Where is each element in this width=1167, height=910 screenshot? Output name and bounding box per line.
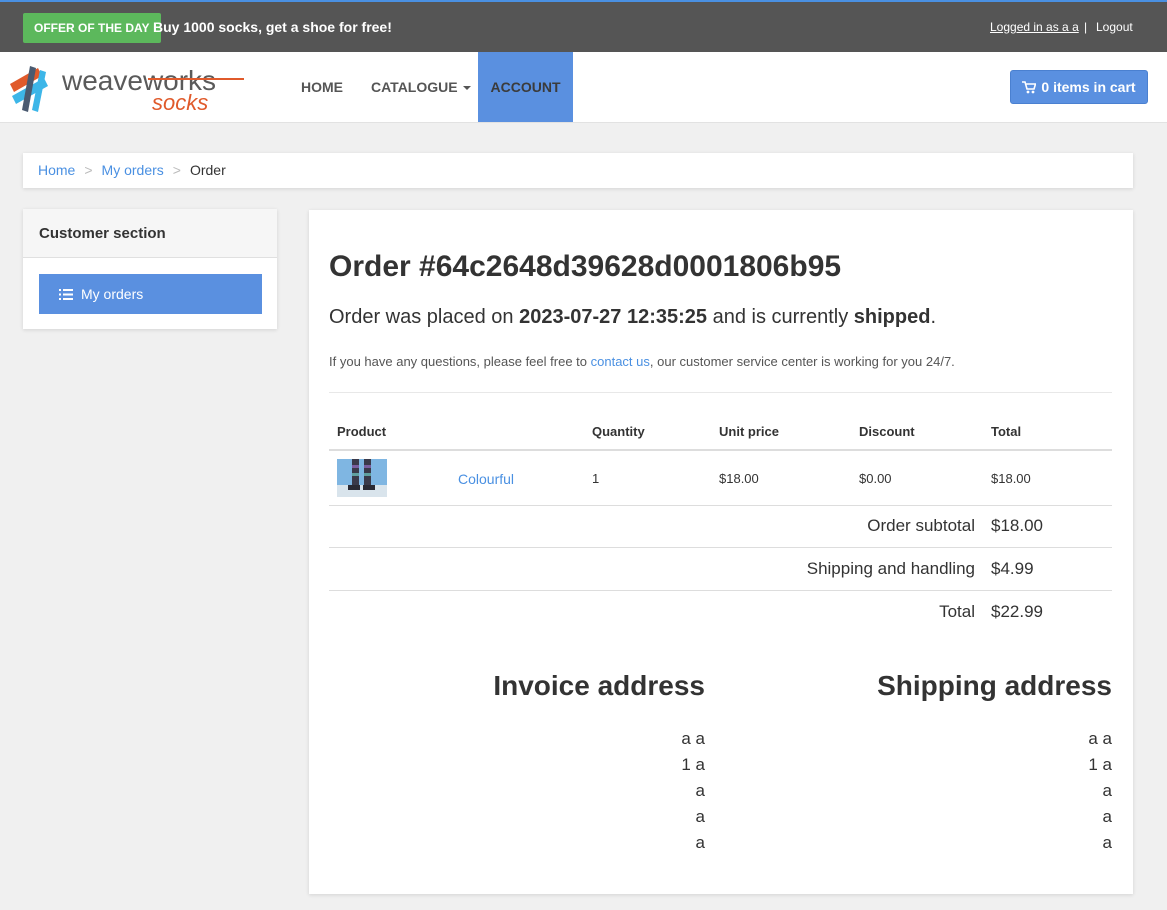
my-orders-button[interactable]: My orders: [39, 274, 262, 314]
header-unit-price: Unit price: [719, 424, 779, 439]
row-divider: [329, 590, 1112, 591]
invoice-address-line: a a: [681, 729, 705, 748]
header-product: Product: [337, 424, 387, 439]
breadcrumb-separator: >: [172, 162, 181, 178]
order-date: 2023-07-27 12:35:25: [519, 306, 708, 328]
header-discount: Discount: [859, 424, 915, 439]
order-panel: Order #64c2648d39628d0001806b95 Order wa…: [309, 210, 1133, 894]
nav-home[interactable]: HOME: [301, 52, 343, 122]
logged-in-link[interactable]: Logged in as a a: [990, 20, 1079, 34]
invoice-address-line: a: [695, 833, 705, 852]
help-text: If you have any questions, please feel f…: [329, 354, 955, 369]
my-orders-label: My orders: [81, 286, 144, 302]
product-thumbnail-image[interactable]: [337, 459, 387, 497]
subtotal-label: Order subtotal: [867, 516, 975, 535]
shipping-address-line: a: [1102, 833, 1112, 852]
row-divider: [329, 547, 1112, 548]
table-header-divider: [329, 449, 1112, 451]
status-prefix: Order was placed on: [329, 306, 520, 328]
breadcrumb-my-orders[interactable]: My orders: [102, 162, 164, 178]
svg-text:socks: socks: [152, 90, 208, 114]
row-unit-price: $18.00: [719, 471, 759, 486]
top-separator: |: [1084, 20, 1088, 34]
cart-label: 0 items in cart: [1041, 79, 1136, 95]
shipping-address-line: a: [1102, 781, 1112, 800]
row-divider: [329, 505, 1112, 506]
total-label: Total: [939, 602, 975, 621]
invoice-address-line: a: [695, 807, 705, 826]
cart-button[interactable]: 0 items in cart: [1010, 70, 1148, 104]
row-total: $18.00: [991, 471, 1031, 486]
shipping-label: Shipping and handling: [806, 559, 975, 578]
caret-down-icon: [462, 86, 471, 91]
navbar: weaveworks socks HOME CATALOGUE ACCOUNT …: [0, 52, 1167, 123]
list-icon: [59, 289, 73, 300]
logo-mark-icon: [10, 66, 48, 112]
shipping-value: $4.99: [991, 559, 1034, 578]
nav-catalogue[interactable]: CATALOGUE: [371, 52, 471, 122]
top-bar: OFFER OF THE DAY Buy 1000 socks, get a s…: [0, 0, 1167, 52]
contact-us-link[interactable]: contact us: [591, 354, 650, 369]
order-status: shipped: [853, 306, 931, 328]
status-suffix: .: [930, 306, 936, 328]
shipping-address-line: a a: [1088, 729, 1112, 748]
help-prefix: If you have any questions, please feel f…: [329, 354, 591, 369]
cart-icon: [1022, 81, 1037, 94]
breadcrumb: Home > My orders > Order: [23, 153, 1133, 188]
shipping-address-title: Shipping address: [877, 670, 1112, 701]
logout-link[interactable]: Logout: [1096, 20, 1133, 34]
shipping-address-line: 1 a: [1088, 755, 1112, 774]
order-title: Order #64c2648d39628d0001806b95: [329, 250, 842, 283]
total-value: $22.99: [991, 602, 1043, 621]
help-suffix: , our customer service center is working…: [649, 354, 955, 369]
customer-section-panel: Customer section My orders: [23, 209, 277, 329]
breadcrumb-separator: >: [84, 162, 93, 178]
breadcrumb-current: Order: [189, 162, 226, 178]
subtotal-value: $18.00: [991, 516, 1043, 535]
header-total: Total: [991, 424, 1022, 439]
invoice-address-title: Invoice address: [493, 670, 705, 701]
divider: [329, 392, 1112, 393]
shipping-address-line: a: [1102, 807, 1112, 826]
row-quantity: 1: [592, 471, 600, 486]
invoice-address-line: a: [695, 781, 705, 800]
status-mid: and is currently: [707, 306, 854, 328]
header-quantity: Quantity: [592, 424, 645, 439]
nav-catalogue-label: CATALOGUE: [371, 79, 458, 95]
invoice-address-line: 1 a: [681, 755, 705, 774]
nav-account[interactable]: ACCOUNT: [478, 52, 573, 122]
breadcrumb-home[interactable]: Home: [38, 162, 75, 178]
offer-text[interactable]: Buy 1000 socks, get a shoe for free!: [153, 19, 392, 35]
weaveworks-socks-logo[interactable]: weaveworks socks: [8, 62, 248, 115]
offer-badge[interactable]: OFFER OF THE DAY: [23, 13, 161, 43]
product-link[interactable]: Colourful: [458, 471, 514, 487]
row-discount: $0.00: [859, 471, 892, 486]
order-status-text: Order was placed on 2023-07-27 12:35:25 …: [329, 306, 936, 329]
customer-section-title: Customer section: [23, 209, 277, 258]
